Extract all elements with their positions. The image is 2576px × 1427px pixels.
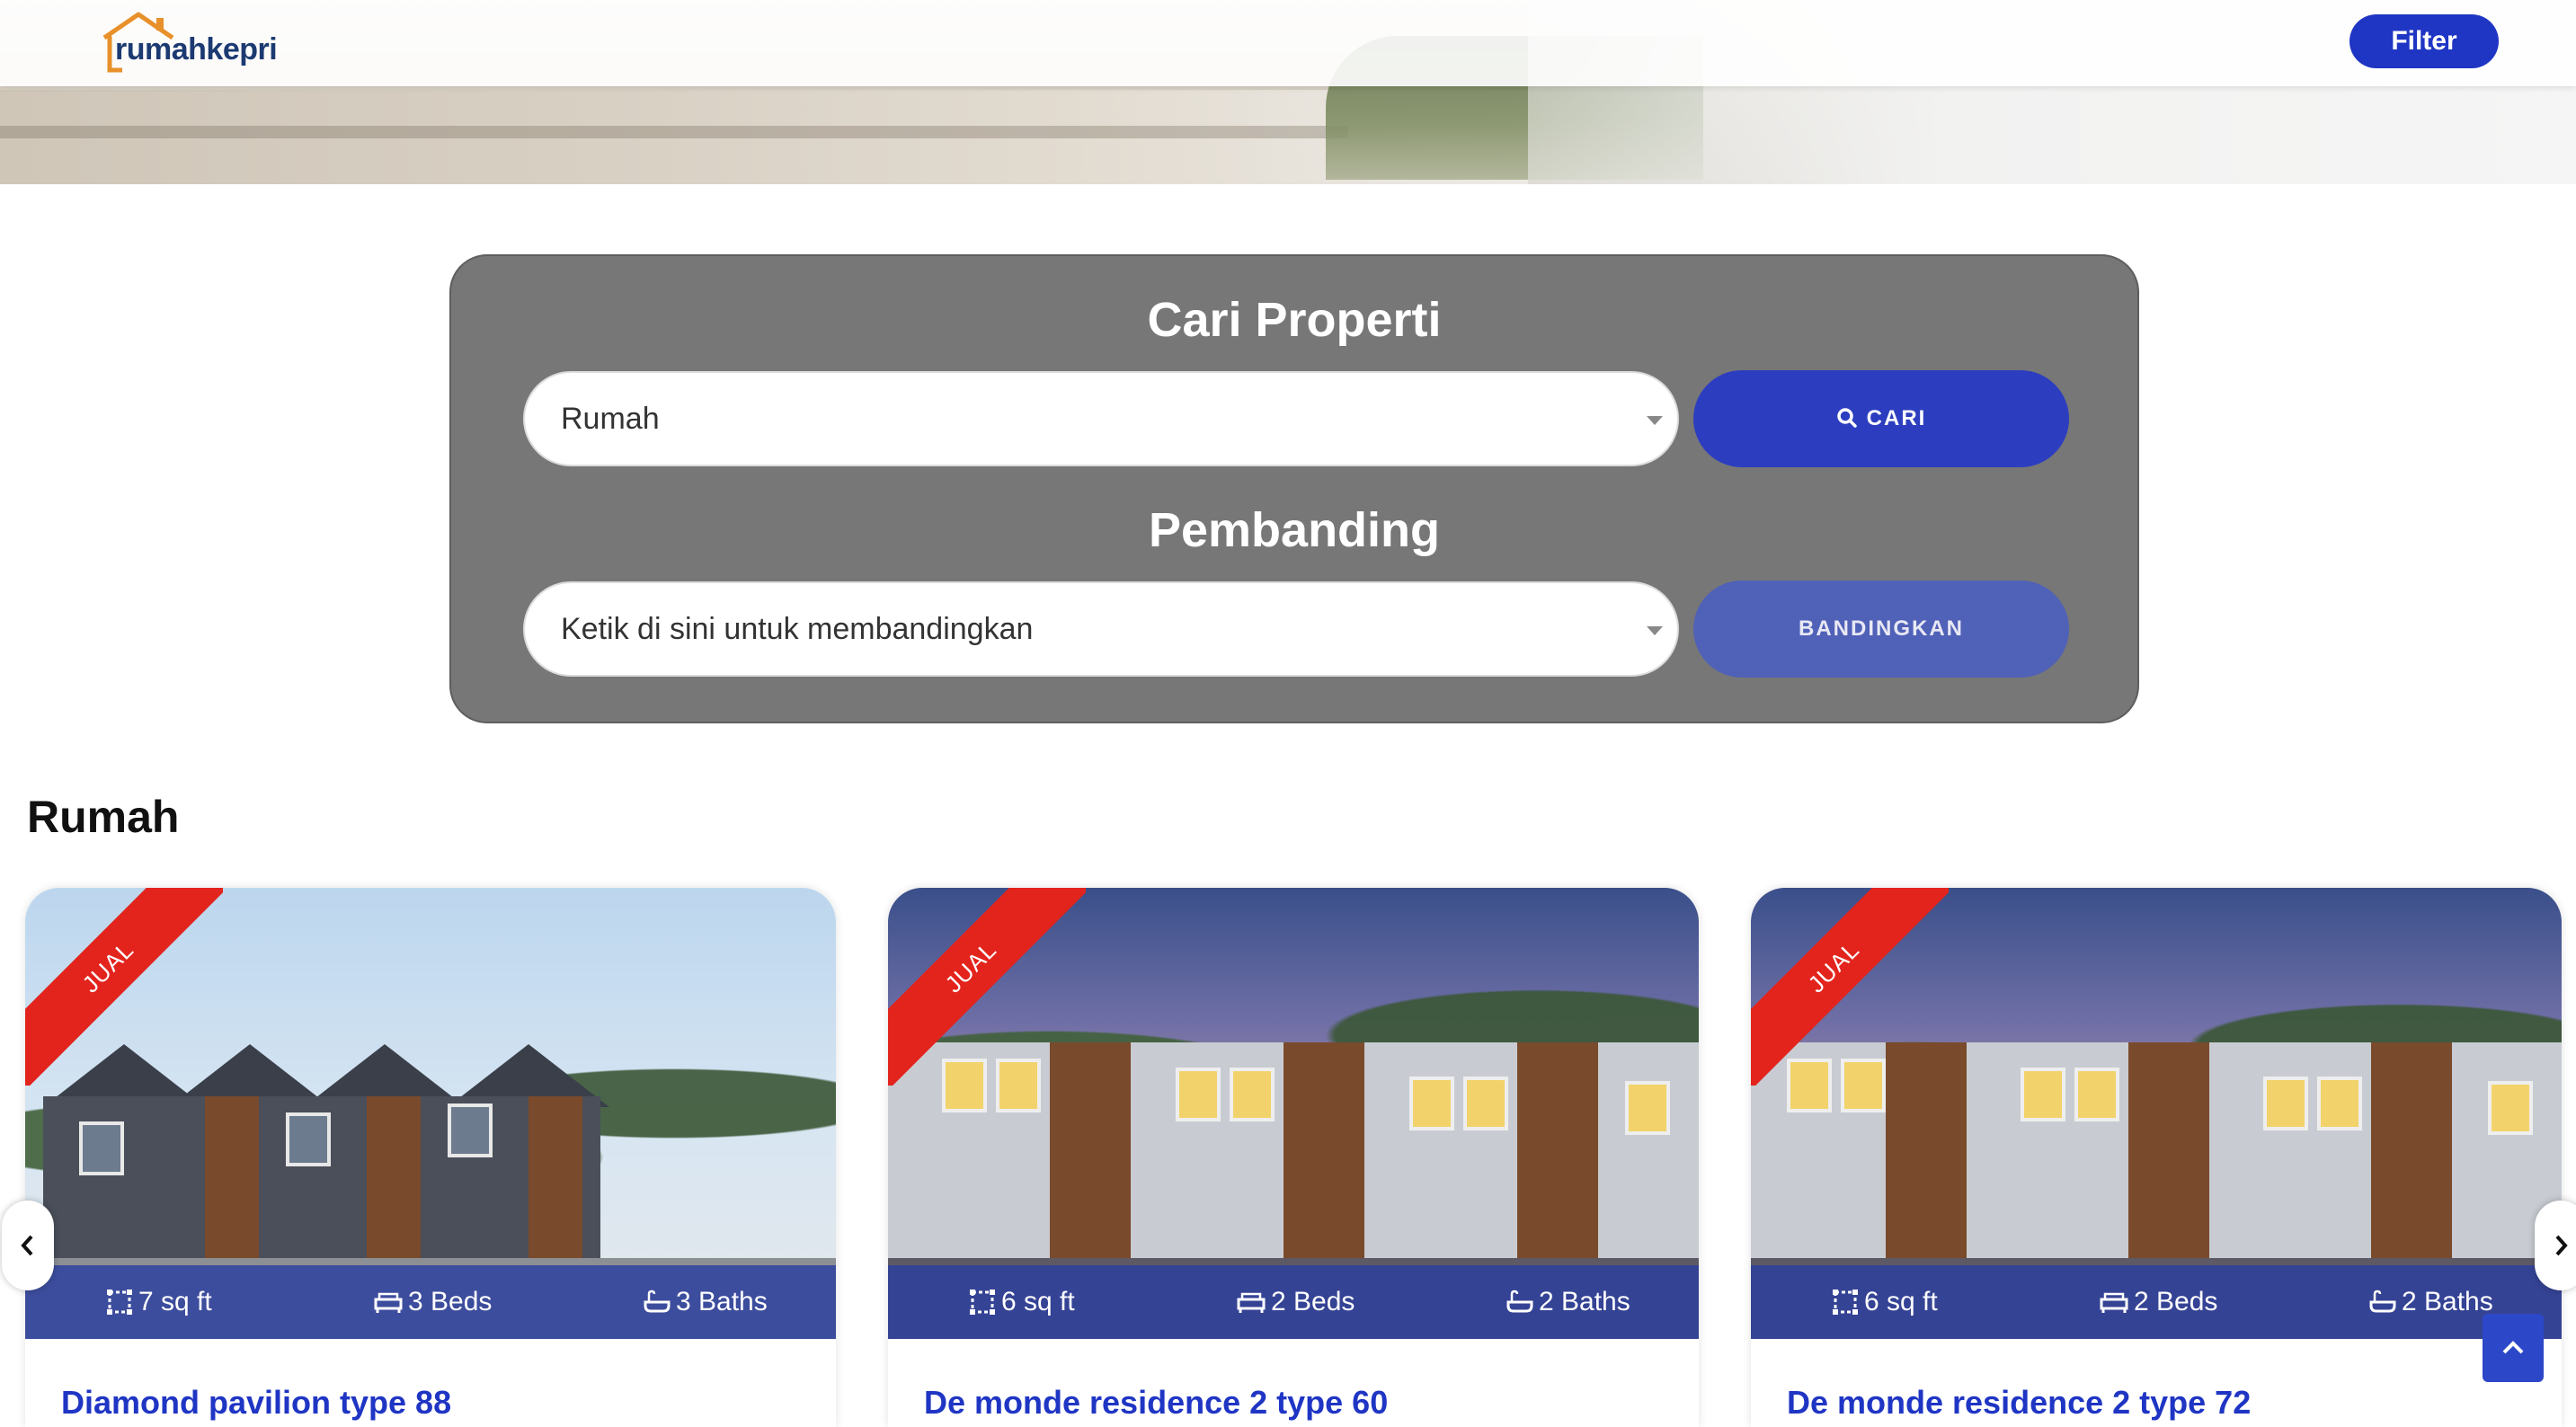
image-wood-panel bbox=[1284, 1042, 1364, 1276]
search-title: Cari Properti bbox=[1147, 293, 1442, 347]
bed-icon bbox=[374, 1292, 403, 1313]
chevron-left-icon bbox=[21, 1235, 33, 1256]
image-window bbox=[2021, 1068, 2065, 1121]
area-stat: 6 sq ft bbox=[969, 1287, 1075, 1317]
image-window bbox=[1176, 1068, 1221, 1121]
sale-ribbon: JUAL bbox=[888, 888, 1086, 1086]
listing-image[interactable]: JUAL 7 sq ft 3 Beds 3 Baths bbox=[25, 888, 836, 1339]
filter-button[interactable]: Filter bbox=[2349, 14, 2499, 68]
bath-icon bbox=[1506, 1290, 1533, 1313]
chevron-right-icon bbox=[2555, 1235, 2568, 1256]
dropdown-caret-icon bbox=[1647, 626, 1663, 635]
image-wood-panel bbox=[2128, 1042, 2209, 1276]
image-window bbox=[2317, 1077, 2362, 1130]
area-icon bbox=[970, 1290, 995, 1315]
image-window bbox=[2074, 1068, 2119, 1121]
baths-stat: 3 Baths bbox=[644, 1287, 768, 1317]
baths-value: 3 Baths bbox=[676, 1287, 768, 1316]
beds-stat: 3 Beds bbox=[374, 1287, 492, 1317]
search-icon bbox=[1836, 407, 1857, 428]
beds-stat: 2 Beds bbox=[1237, 1287, 1355, 1317]
image-window bbox=[1463, 1077, 1508, 1130]
beds-value: 3 Beds bbox=[408, 1287, 493, 1316]
area-value: 6 sq ft bbox=[1001, 1287, 1075, 1316]
baths-value: 2 Baths bbox=[1539, 1287, 1630, 1316]
search-button-label: CARI bbox=[1866, 406, 1927, 430]
back-to-top-button[interactable] bbox=[2483, 1314, 2544, 1382]
image-window bbox=[448, 1103, 493, 1157]
compare-placeholder: Ketik di sini untuk membandingkan bbox=[561, 612, 1034, 646]
listing-image[interactable]: JUAL 6 sq ft 2 Beds 2 Baths bbox=[888, 888, 1699, 1339]
image-wood-panel bbox=[529, 1096, 582, 1276]
area-icon bbox=[107, 1290, 132, 1315]
sale-ribbon: JUAL bbox=[1751, 888, 1949, 1086]
carousel-next-button[interactable] bbox=[2535, 1201, 2576, 1290]
compare-button[interactable]: BANDINGKAN bbox=[1693, 581, 2069, 678]
image-wood-panel bbox=[205, 1096, 259, 1276]
bath-icon bbox=[644, 1290, 671, 1313]
sale-ribbon: JUAL bbox=[25, 888, 223, 1086]
listing-title[interactable]: De monde residence 2 type 60 bbox=[924, 1384, 1388, 1422]
area-value: 6 sq ft bbox=[1864, 1287, 1938, 1316]
compare-title: Pembanding bbox=[1148, 503, 1441, 557]
dropdown-caret-icon bbox=[1647, 416, 1663, 425]
area-stat: 6 sq ft bbox=[1832, 1287, 1938, 1317]
area-stat: 7 sq ft bbox=[106, 1287, 212, 1317]
bed-icon bbox=[2100, 1292, 2128, 1313]
beds-stat: 2 Beds bbox=[2100, 1287, 2217, 1317]
image-window bbox=[1409, 1077, 1454, 1130]
site-logo[interactable]: rumahkepri bbox=[99, 11, 279, 74]
image-window bbox=[2263, 1077, 2308, 1130]
logo-text: rumahkepri bbox=[115, 32, 278, 66]
listing-card[interactable]: JUAL 7 sq ft 3 Beds 3 Baths Diamond pavi… bbox=[25, 888, 836, 1427]
image-window bbox=[2488, 1081, 2533, 1135]
sale-badge: JUAL bbox=[25, 888, 223, 1086]
area-icon bbox=[1833, 1290, 1858, 1315]
image-window bbox=[1625, 1081, 1670, 1135]
listing-card[interactable]: JUAL 6 sq ft 2 Beds 2 Baths De monde res… bbox=[1751, 888, 2562, 1427]
listing-image[interactable]: JUAL 6 sq ft 2 Beds 2 Baths bbox=[1751, 888, 2562, 1339]
carousel-prev-button[interactable] bbox=[2, 1201, 54, 1290]
compare-select[interactable]: Ketik di sini untuk membandingkan bbox=[523, 581, 1679, 677]
property-type-value: Rumah bbox=[561, 402, 660, 436]
area-value: 7 sq ft bbox=[138, 1287, 212, 1316]
section-title: Rumah bbox=[27, 792, 180, 842]
image-window bbox=[79, 1121, 124, 1175]
listing-stats: 7 sq ft 3 Beds 3 Baths bbox=[25, 1265, 836, 1339]
beds-value: 2 Beds bbox=[1271, 1287, 1355, 1316]
image-wood-panel bbox=[1517, 1042, 1598, 1276]
property-type-select[interactable]: Rumah bbox=[523, 371, 1679, 466]
sale-badge: JUAL bbox=[1751, 888, 1949, 1086]
search-button[interactable]: CARI bbox=[1693, 370, 2069, 467]
image-wood-panel bbox=[367, 1096, 421, 1276]
hero-curb bbox=[0, 126, 1348, 138]
sale-badge: JUAL bbox=[888, 888, 1086, 1086]
navbar: rumahkepri Filter bbox=[0, 0, 2576, 86]
baths-stat: 2 Baths bbox=[1506, 1287, 1630, 1317]
listing-title[interactable]: Diamond pavilion type 88 bbox=[61, 1384, 451, 1422]
baths-stat: 2 Baths bbox=[2369, 1287, 2493, 1317]
image-window bbox=[1230, 1068, 1275, 1121]
baths-value: 2 Baths bbox=[2402, 1287, 2493, 1316]
listing-title[interactable]: De monde residence 2 type 72 bbox=[1787, 1384, 2251, 1422]
image-wood-panel bbox=[2371, 1042, 2452, 1276]
bed-icon bbox=[1237, 1292, 1266, 1313]
bath-icon bbox=[2369, 1290, 2396, 1313]
beds-value: 2 Beds bbox=[2134, 1287, 2218, 1316]
image-window bbox=[286, 1112, 331, 1166]
listing-stats: 6 sq ft 2 Beds 2 Baths bbox=[1751, 1265, 2562, 1339]
search-panel: Cari Properti Rumah CARI Pembanding Keti… bbox=[449, 254, 2139, 723]
listing-card[interactable]: JUAL 6 sq ft 2 Beds 2 Baths De monde res… bbox=[888, 888, 1699, 1427]
listing-stats: 6 sq ft 2 Beds 2 Baths bbox=[888, 1265, 1699, 1339]
chevron-up-icon bbox=[2502, 1341, 2524, 1354]
